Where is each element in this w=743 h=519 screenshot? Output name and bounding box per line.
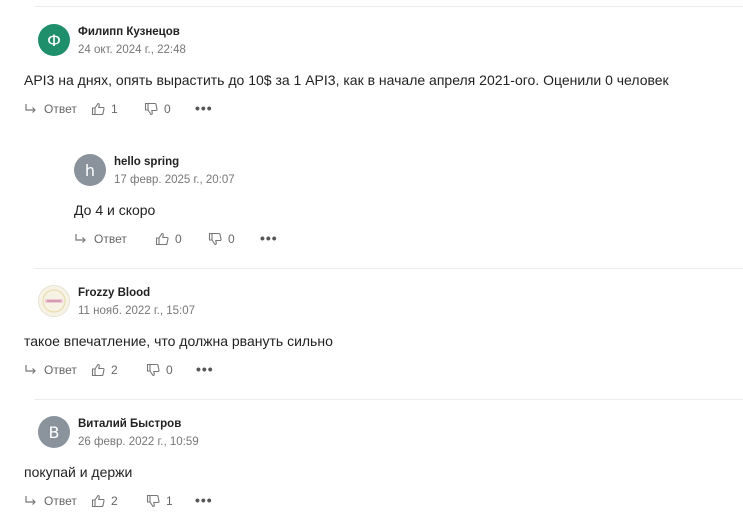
comment-header: Ф Филипп Кузнецов 24 окт. 2024 г., 22:48: [38, 24, 743, 60]
thumbs-up-icon: [91, 363, 105, 377]
comment-text: покупай и держи: [24, 464, 133, 480]
author-name[interactable]: hello spring: [114, 156, 179, 168]
comment-actions: Ответ 2 0 •••: [24, 361, 743, 381]
divider: [34, 268, 743, 269]
dislike-count: 1: [166, 494, 173, 508]
more-options-button[interactable]: •••: [195, 100, 213, 116]
like-count: 2: [111, 494, 118, 508]
author-name[interactable]: Виталий Быстров: [78, 418, 181, 430]
dislike-button[interactable]: 0: [208, 232, 235, 246]
reply-label: Ответ: [94, 232, 127, 246]
dislike-count: 0: [228, 232, 235, 246]
more-options-button[interactable]: •••: [196, 361, 214, 377]
reply-button[interactable]: Ответ: [24, 494, 77, 508]
comment-header: h hello spring 17 февр. 2025 г., 20:07: [74, 154, 743, 190]
comment-date: 17 февр. 2025 г., 20:07: [114, 174, 235, 186]
dislike-button[interactable]: 1: [146, 494, 173, 508]
dislike-count: 0: [166, 363, 173, 377]
dislike-count: 0: [164, 102, 171, 116]
comment-header: В Виталий Быстров 26 февр. 2022 г., 10:5…: [38, 416, 743, 452]
comment-text: До 4 и скоро: [74, 202, 156, 218]
reply-button[interactable]: Ответ: [24, 102, 77, 116]
comment-actions: Ответ 0 0 •••: [74, 230, 743, 250]
thumbs-down-icon: [208, 232, 222, 246]
avatar[interactable]: [38, 285, 70, 317]
reply-icon: [25, 365, 36, 374]
more-options-button[interactable]: •••: [195, 492, 213, 508]
comment-text: API3 на днях, опять вырастить до 10$ за …: [24, 72, 669, 88]
like-count: 1: [111, 102, 118, 116]
reply-icon: [75, 234, 86, 243]
comment-date: 26 февр. 2022 г., 10:59: [78, 436, 199, 448]
like-button[interactable]: 2: [91, 494, 118, 508]
avatar[interactable]: Ф: [38, 24, 70, 56]
comment-actions: Ответ 1 0 •••: [24, 100, 743, 120]
like-button[interactable]: 1: [91, 102, 118, 116]
reply-label: Ответ: [44, 494, 77, 508]
like-count: 0: [175, 232, 182, 246]
thumbs-down-icon: [144, 102, 158, 116]
avatar[interactable]: h: [74, 154, 106, 186]
comment-header: Frozzy Blood 11 нояб. 2022 г., 15:07: [38, 285, 743, 321]
reply-button[interactable]: Ответ: [24, 363, 77, 377]
dislike-button[interactable]: 0: [146, 363, 173, 377]
author-name[interactable]: Frozzy Blood: [78, 287, 150, 299]
reply-comment: h hello spring 17 февр. 2025 г., 20:07 Д…: [74, 154, 743, 250]
dislike-button[interactable]: 0: [144, 102, 171, 116]
reply-icon: [25, 496, 36, 505]
comment-actions: Ответ 2 1 •••: [24, 492, 743, 512]
avatar[interactable]: В: [38, 416, 70, 448]
comment-date: 24 окт. 2024 г., 22:48: [78, 44, 186, 56]
more-options-button[interactable]: •••: [260, 230, 278, 246]
comment: Frozzy Blood 11 нояб. 2022 г., 15:07 так…: [24, 285, 743, 381]
reply-label: Ответ: [44, 102, 77, 116]
comment: Ф Филипп Кузнецов 24 окт. 2024 г., 22:48…: [24, 24, 743, 120]
like-count: 2: [111, 363, 118, 377]
reply-label: Ответ: [44, 363, 77, 377]
thumbs-down-icon: [146, 494, 160, 508]
thumbs-up-icon: [155, 232, 169, 246]
thumbs-up-icon: [91, 494, 105, 508]
comment: В Виталий Быстров 26 февр. 2022 г., 10:5…: [24, 416, 743, 512]
like-button[interactable]: 2: [91, 363, 118, 377]
thumbs-down-icon: [146, 363, 160, 377]
like-button[interactable]: 0: [155, 232, 182, 246]
divider: [34, 6, 743, 7]
reply-icon: [25, 104, 36, 113]
comment-date: 11 нояб. 2022 г., 15:07: [78, 305, 196, 317]
user-logo-icon: [39, 286, 69, 316]
comment-text: такое впечатление, что должна рвануть си…: [24, 333, 333, 349]
reply-button[interactable]: Ответ: [74, 232, 127, 246]
thumbs-up-icon: [91, 102, 105, 116]
divider: [34, 399, 743, 400]
author-name[interactable]: Филипп Кузнецов: [78, 26, 180, 38]
